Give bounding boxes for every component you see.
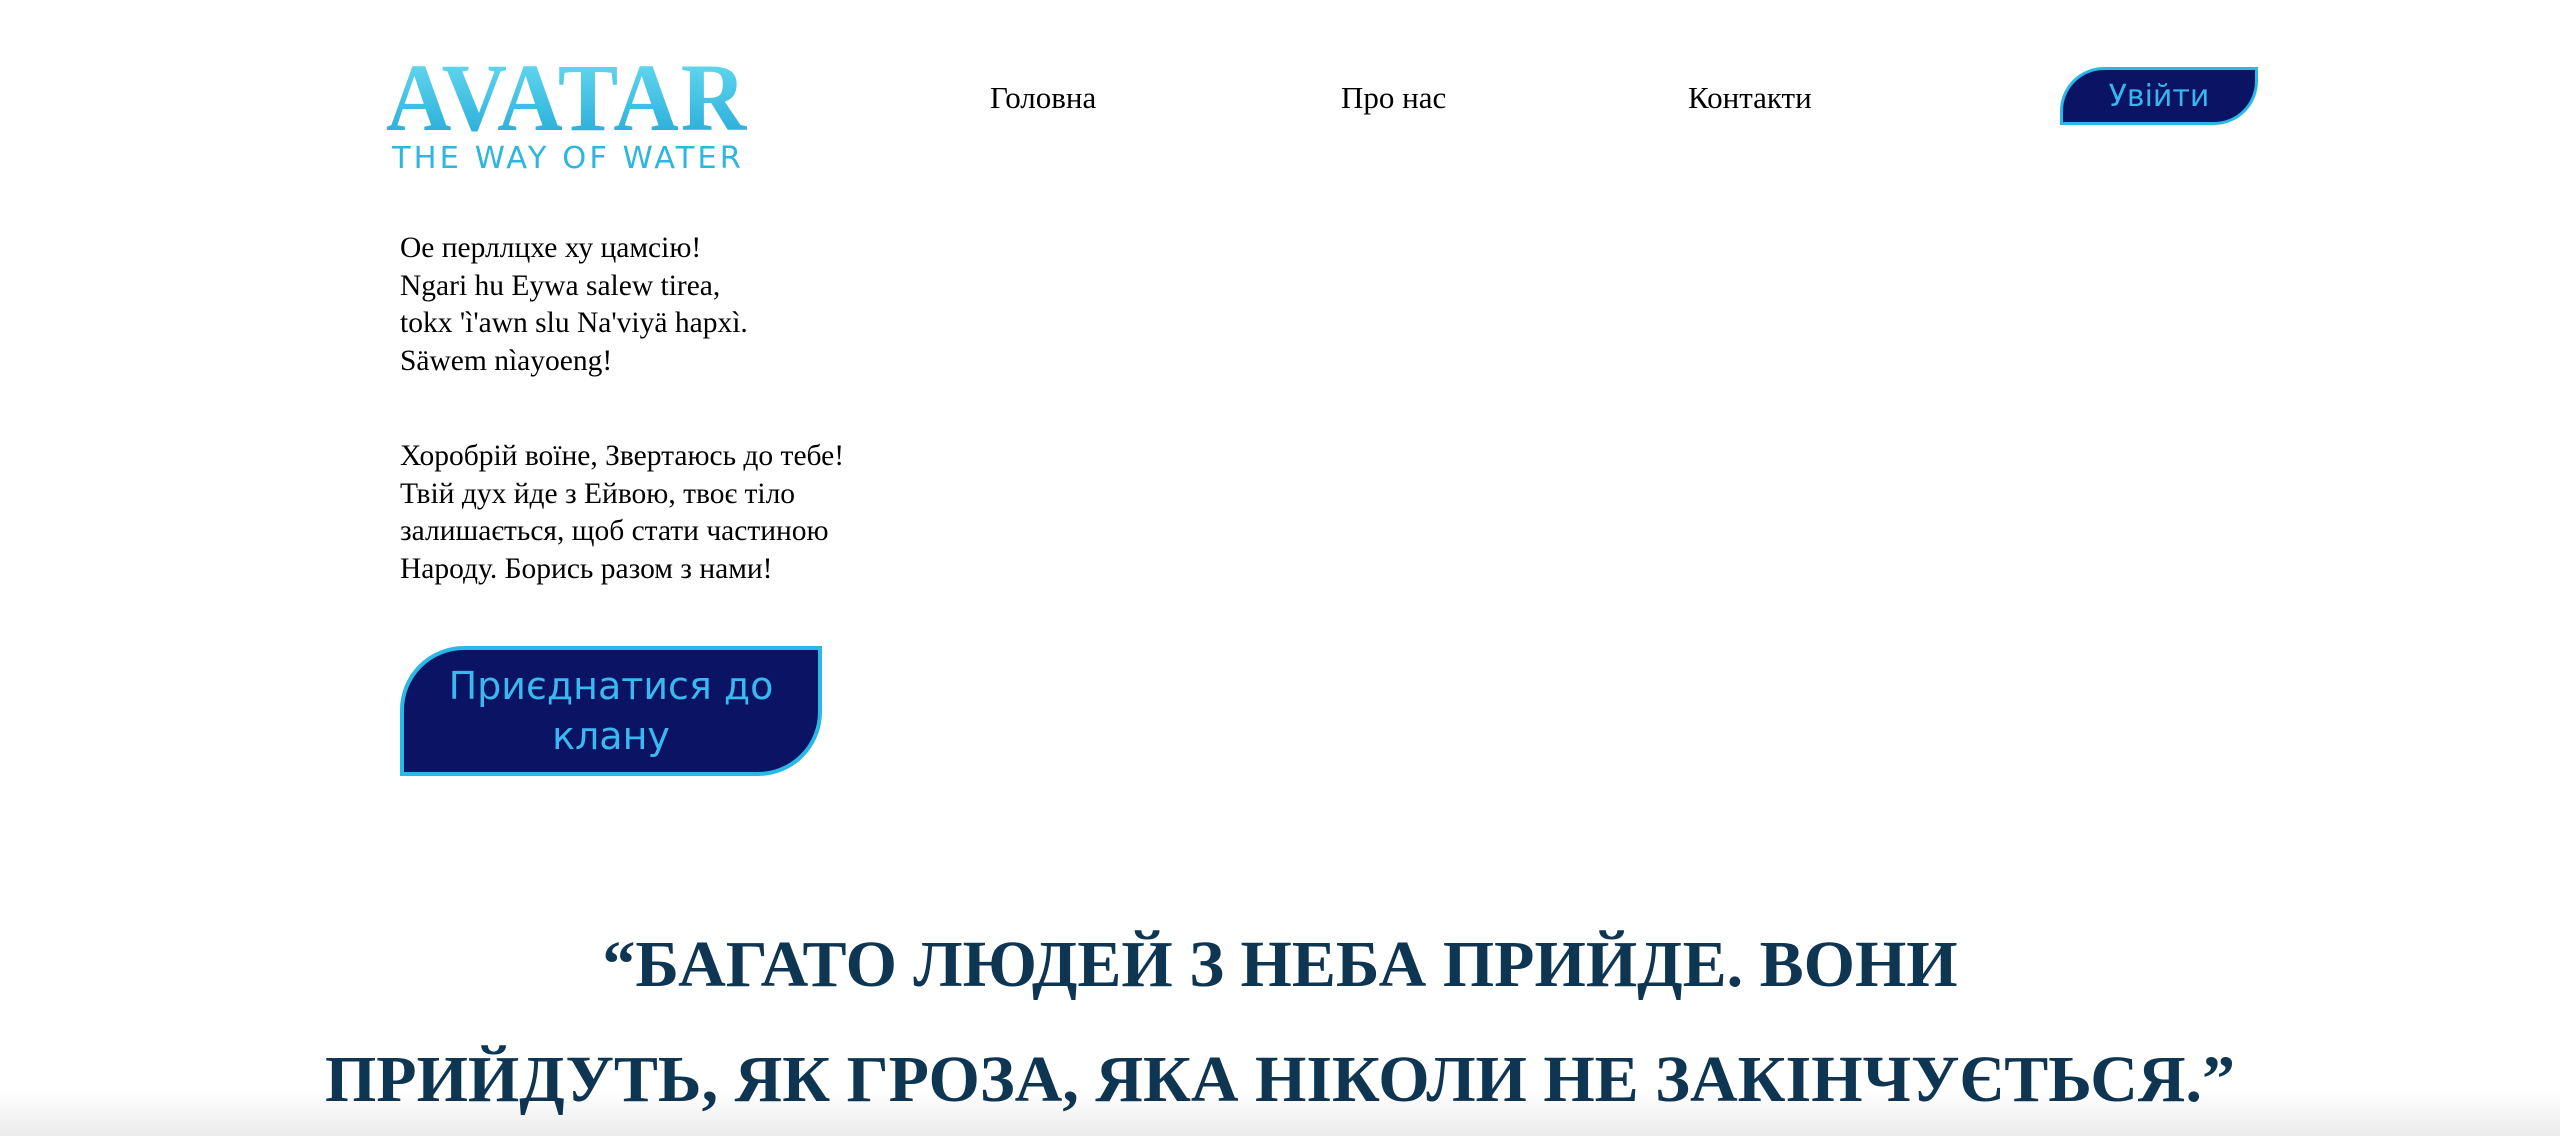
- nav-link-contacts[interactable]: Контакти: [1688, 78, 1812, 118]
- poem-uk-line: залишається, щоб стати частиною: [400, 515, 829, 547]
- nav-link-home[interactable]: Головна: [990, 78, 1096, 118]
- quote-line-2: ПРИЙДУТЬ, ЯК ГРОЗА, ЯКА НІКОЛИ НЕ ЗАКІНЧ…: [324, 1043, 2236, 1116]
- avatar-logo[interactable]: AVATAR THE WAY OF WATER: [382, 26, 754, 176]
- avatar-logo-image: AVATAR THE WAY OF WATER: [386, 44, 748, 176]
- join-clan-button[interactable]: Приєднатися до клану: [400, 646, 822, 776]
- poem-navi-line: tokx 'ì'awn slu Na'viyä hapxì.: [400, 307, 748, 339]
- poem-uk-line: Твій дух йде з Ейвою, твоє тіло: [400, 477, 796, 510]
- poem-navi-line: Säwem nìayoeng!: [400, 344, 613, 377]
- poem-ukrainian: Хоробрій воїне, Звертаюсь до тебе! Твій …: [400, 438, 844, 588]
- poem-navi-line: Oe перллцхе ху цамсію!: [400, 232, 702, 264]
- poem-uk-line: Хоробрій воїне, Звертаюсь до тебе!: [400, 440, 845, 472]
- logo-subtitle: THE WAY OF WATER: [391, 141, 744, 176]
- join-clan-label: Приєднатися до клану: [448, 664, 774, 758]
- login-button[interactable]: Увійти: [2060, 67, 2258, 125]
- poem-uk-line: Народу. Борись разом з нами!: [400, 552, 773, 585]
- logo-title: AVATAR: [386, 44, 748, 151]
- poem-navi: Oe перллцхе ху цамсію! Ngari hu Eywa sal…: [400, 230, 748, 380]
- quote-line-1: “БАГАТО ЛЮДЕЙ З НЕБА ПРИЙДЕ. ВОНИ: [602, 928, 1958, 1001]
- nav-link-about[interactable]: Про нас: [1341, 78, 1446, 118]
- poem-navi-line: Ngari hu Eywa salew tirea,: [400, 269, 721, 302]
